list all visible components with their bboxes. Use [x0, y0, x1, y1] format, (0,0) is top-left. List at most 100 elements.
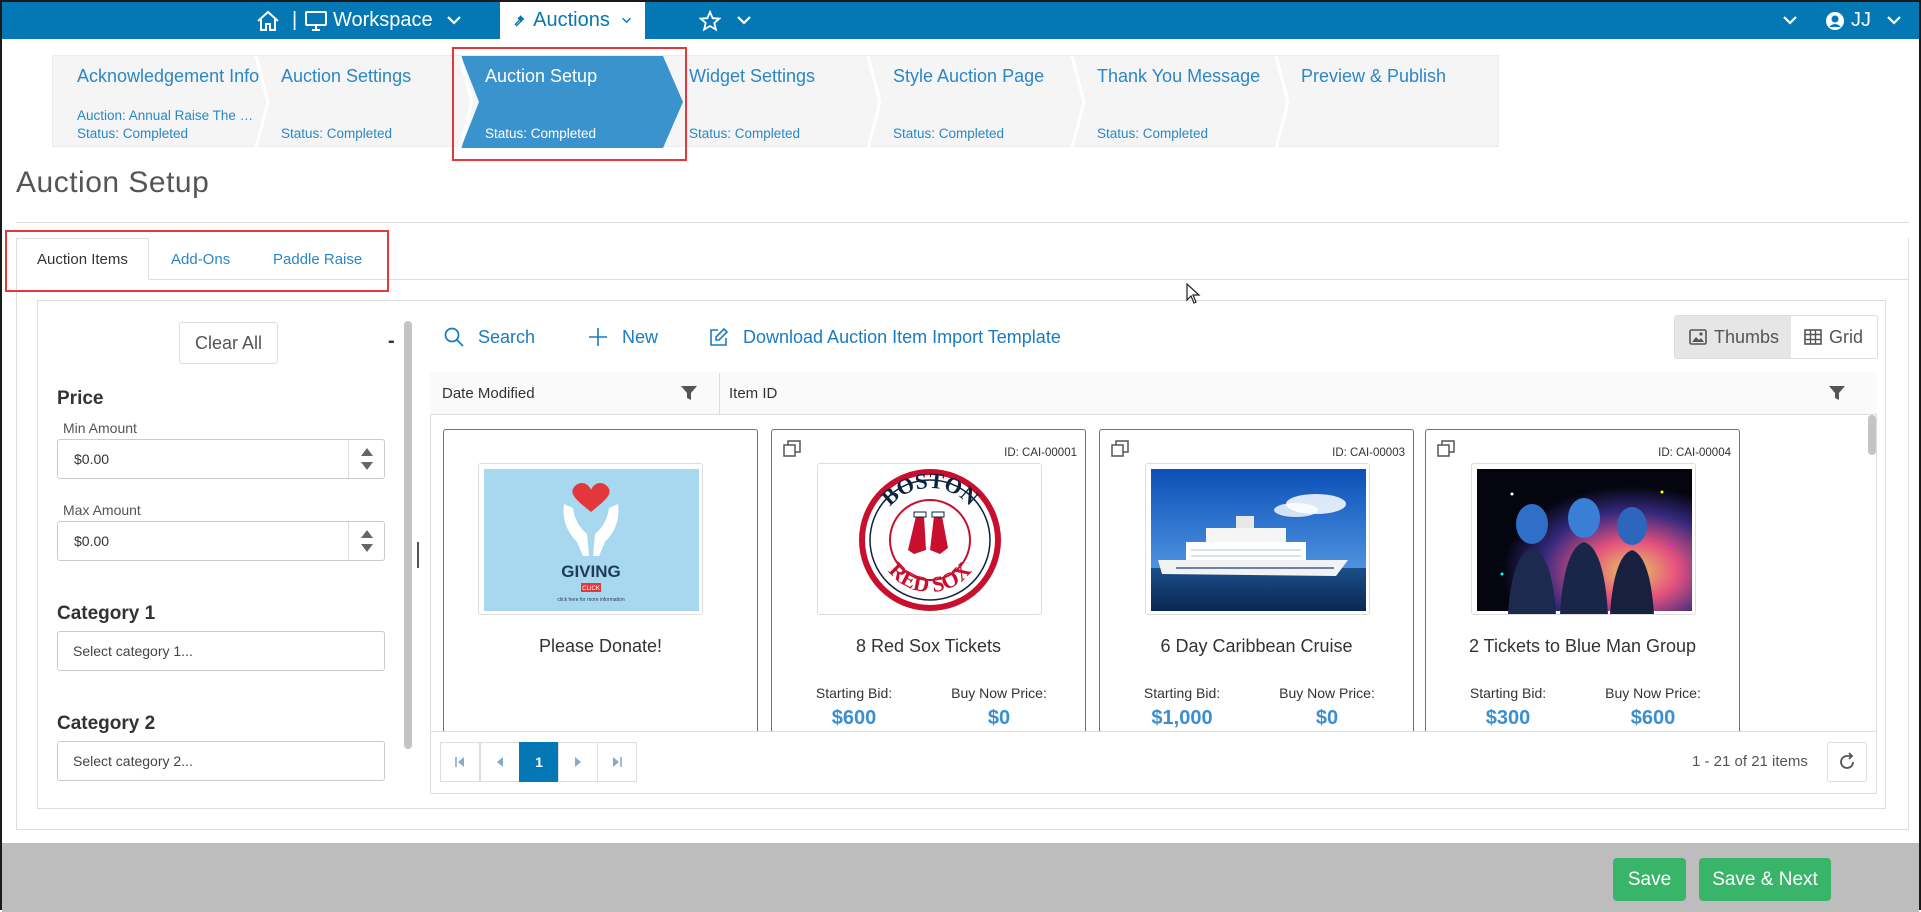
favorites-menu[interactable]: [699, 2, 751, 39]
step-status: Status: Completed: [689, 126, 801, 141]
first-page-button[interactable]: [440, 742, 480, 782]
step-subtitle: Auction: Annual Raise The Paddle: [77, 108, 257, 123]
item-name: 6 Day Caribbean Cruise: [1160, 636, 1353, 656]
min-amount-stepper[interactable]: [348, 440, 384, 478]
min-amount-input[interactable]: $0.00: [57, 439, 385, 479]
filter-scrollbar[interactable]: [404, 321, 412, 749]
next-page-button[interactable]: [558, 742, 598, 782]
plus-icon: [589, 328, 607, 346]
item-image: [1145, 463, 1370, 615]
last-page-button[interactable]: [597, 742, 637, 782]
price-filter-label: Price: [57, 388, 104, 409]
column-item-id[interactable]: Item ID: [729, 385, 777, 402]
item-image: BOSTON RED SOX: [817, 463, 1042, 615]
category1-select[interactable]: Select category 1...: [57, 631, 385, 671]
wizard-step-auction-settings[interactable]: Auction Settings Status: Completed: [257, 56, 474, 148]
wizard-step-acknowledgement-info[interactable]: Acknowledgement Info Auction: Annual Rai…: [53, 56, 270, 148]
divider: [16, 222, 1909, 223]
new-label: New: [622, 326, 659, 347]
step-separator: [254, 56, 270, 148]
refresh-button[interactable]: [1827, 742, 1867, 782]
user-menu[interactable]: JJ: [1825, 2, 1901, 39]
search-icon: [444, 327, 464, 347]
page-number-button[interactable]: 1: [519, 742, 559, 782]
red-sox-logo: BOSTON RED SOX: [859, 468, 1001, 611]
auction-item-card[interactable]: ID: CAI-00001 BOSTON RED SOX 8 Red Sox T…: [771, 429, 1086, 731]
mouse-cursor-icon: [1186, 283, 1201, 304]
star-icon: [699, 9, 721, 32]
table-icon: [1804, 329, 1822, 345]
triangle-up-icon[interactable]: [361, 448, 373, 456]
step-title: Style Auction Page: [893, 66, 1045, 86]
step-title: Acknowledgement Info: [77, 66, 260, 86]
save-next-button[interactable]: Save & Next: [1699, 858, 1831, 901]
column-separator: [719, 373, 720, 415]
splitter-handle[interactable]: [417, 542, 419, 568]
top-navbar: | Workspace Auctions JJ: [2, 2, 1919, 39]
blue-man-group-photo: [1477, 469, 1692, 614]
item-name: 8 Red Sox Tickets: [855, 636, 1002, 656]
wizard-step-style-auction-page[interactable]: Style Auction Page Status: Completed: [869, 56, 1086, 148]
column-date-modified[interactable]: Date Modified: [442, 385, 535, 402]
item-image: [1471, 463, 1696, 615]
first-page-icon: [455, 757, 464, 767]
triangle-up-icon[interactable]: [361, 530, 373, 538]
step-title: Widget Settings: [689, 66, 816, 86]
starting-bid-value: $600: [831, 707, 877, 729]
starting-bid-value: $1,000: [1151, 707, 1213, 729]
triangle-left-icon: [497, 757, 503, 767]
category2-label: Category 2: [57, 713, 156, 734]
category2-placeholder: Select category 2...: [73, 753, 193, 769]
auction-item-card[interactable]: ID: CAI-00004 2 Tickets to Blue Man Grou…: [1425, 429, 1740, 731]
clear-all-button[interactable]: Clear All: [179, 322, 278, 364]
item-image: GIVING CLICK click here for more informa…: [478, 463, 703, 615]
chevron-down-icon: [446, 16, 461, 25]
copy-icon[interactable]: [1437, 440, 1455, 458]
wizard-step-preview-publish[interactable]: Preview & Publish: [1277, 56, 1482, 148]
home-button[interactable]: |: [256, 2, 297, 39]
max-amount-value: $0.00: [74, 533, 110, 549]
item-id: ID: CAI-00003: [1332, 447, 1405, 459]
gavel-icon: [514, 14, 525, 27]
chevron-down-icon: [1783, 16, 1797, 25]
step-title: Auction Settings: [281, 66, 412, 86]
step-status: Status: Completed: [281, 126, 393, 141]
grid-scrollbar[interactable]: [1868, 415, 1876, 455]
step-status: Status: Completed: [1097, 126, 1209, 141]
search-label: Search: [478, 326, 536, 347]
triangle-down-icon[interactable]: [361, 462, 373, 470]
step-separator: [1274, 56, 1290, 148]
download-template-button[interactable]: Download Auction Item Import Template: [709, 324, 1061, 350]
copy-icon[interactable]: [1111, 440, 1129, 458]
wizard-step-thank-you-message[interactable]: Thank You Message Status: Completed: [1073, 56, 1290, 148]
triangle-down-icon[interactable]: [361, 544, 373, 552]
filter-icon[interactable]: [1828, 384, 1846, 402]
auction-item-card[interactable]: ID: CAI-00003 6 Day Caribbean Cruise Sta…: [1099, 429, 1414, 731]
max-amount-input[interactable]: $0.00: [57, 521, 385, 561]
save-button[interactable]: Save: [1613, 858, 1686, 901]
max-amount-stepper[interactable]: [348, 522, 384, 560]
refresh-icon: [1840, 752, 1854, 769]
notifications-menu[interactable]: [1783, 2, 1797, 39]
pager-divider: [430, 731, 1877, 732]
copy-icon[interactable]: [783, 440, 801, 458]
search-button[interactable]: Search: [444, 324, 535, 350]
grid-view-button[interactable]: Grid: [1791, 316, 1877, 358]
triangle-right-icon: [575, 757, 581, 767]
prev-page-button[interactable]: [480, 742, 520, 782]
starting-bid-label: Starting Bid:: [815, 685, 893, 701]
last-page-icon: [613, 757, 622, 767]
auction-item-card[interactable]: GIVING CLICK click here for more informa…: [443, 429, 758, 731]
collapse-filters-button[interactable]: -: [388, 330, 395, 353]
step-title: Thank You Message: [1097, 66, 1261, 86]
workspace-label: Workspace: [333, 9, 433, 31]
thumbs-view-button[interactable]: Thumbs: [1675, 316, 1791, 358]
auctions-menu[interactable]: Auctions: [500, 2, 645, 39]
category2-select[interactable]: Select category 2...: [57, 741, 385, 781]
thumbs-label: Thumbs: [1714, 326, 1780, 347]
wizard-step-widget-settings[interactable]: Widget Settings Status: Completed: [665, 56, 882, 148]
filter-icon[interactable]: [680, 384, 698, 402]
new-item-button[interactable]: New: [588, 324, 658, 350]
workspace-menu[interactable]: Workspace: [305, 2, 461, 39]
monitor-icon: [305, 10, 327, 31]
